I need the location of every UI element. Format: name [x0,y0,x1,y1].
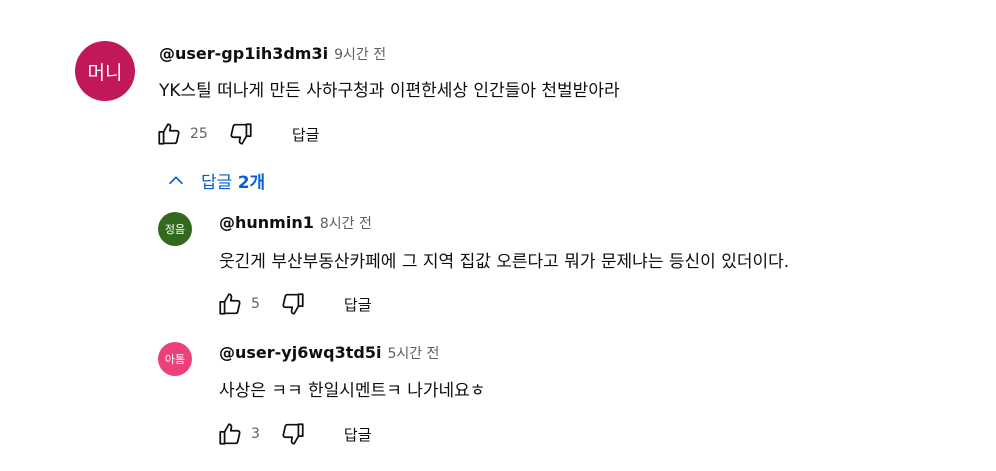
thumbs-up-icon [219,293,241,315]
like-button[interactable] [215,289,245,319]
thumbs-down-icon [282,293,304,315]
avatar[interactable]: 정음 [158,212,192,246]
thumbs-up-icon [219,423,241,445]
dislike-button[interactable] [226,119,256,149]
reply-author[interactable]: @user-yj6wq3td5i [219,343,381,362]
reply-item: 정음 @hunmin1 8시간 전 웃긴게 부산부동산카페에 그 지역 집값 오른… [158,212,988,322]
reply-actions: 5 답글 [215,289,372,319]
comment-header: @user-gp1ih3dm3i 9시간 전 [159,44,386,64]
replies-toggle-count: 2개 [237,173,266,193]
avatar-initials: 아톰 [164,353,186,366]
thumbs-down-icon [230,123,252,145]
avatar-initials: 머니 [87,61,123,84]
reply-button[interactable]: 답글 [344,294,372,315]
thumbs-down-icon [282,423,304,445]
comment-text: YK스틸 떠나게 만든 사하구청과 이편한세상 인간들아 천벌받아라 [159,81,620,101]
avatar[interactable]: 아톰 [158,342,192,376]
replies-toggle[interactable]: 답글 2개 [165,168,265,193]
reply-item: 아톰 @user-yj6wq3td5i 5시간 전 사상은 ㅋㅋ 한일시멘트ㅋ 나… [158,342,988,452]
like-count: 5 [251,296,260,312]
thumbs-up-icon [158,123,180,145]
reply-author[interactable]: @hunmin1 [219,213,314,232]
chevron-up-icon [168,175,184,184]
replies-toggle-prefix: 답글 [201,173,233,193]
dislike-button[interactable] [278,419,308,449]
like-button[interactable] [154,119,184,149]
reply-header: @user-yj6wq3td5i 5시간 전 [219,343,439,363]
comment-thread: 머니 @user-gp1ih3dm3i 9시간 전 YK스틸 떠나게 만든 사하구… [75,41,975,161]
comment-time[interactable]: 9시간 전 [334,47,386,63]
reply-text: 사상은 ㅋㅋ 한일시멘트ㅋ 나가네요ㅎ [219,381,486,401]
reply-button[interactable]: 답글 [292,124,320,145]
like-count: 3 [251,426,260,442]
avatar[interactable]: 머니 [75,41,135,101]
reply-header: @hunmin1 8시간 전 [219,213,372,233]
reply-actions: 3 답글 [215,419,372,449]
reply-time[interactable]: 5시간 전 [387,346,439,362]
like-count: 25 [190,126,208,142]
avatar-initials: 정음 [164,223,186,236]
reply-text: 웃긴게 부산부동산카페에 그 지역 집값 오른다고 뭐가 문제냐는 등신이 있더… [219,252,790,272]
dislike-button[interactable] [278,289,308,319]
like-button[interactable] [215,419,245,449]
comment-author[interactable]: @user-gp1ih3dm3i [159,44,328,63]
comment-actions: 25 답글 [154,119,319,149]
reply-button[interactable]: 답글 [344,424,372,445]
reply-time[interactable]: 8시간 전 [320,216,372,232]
